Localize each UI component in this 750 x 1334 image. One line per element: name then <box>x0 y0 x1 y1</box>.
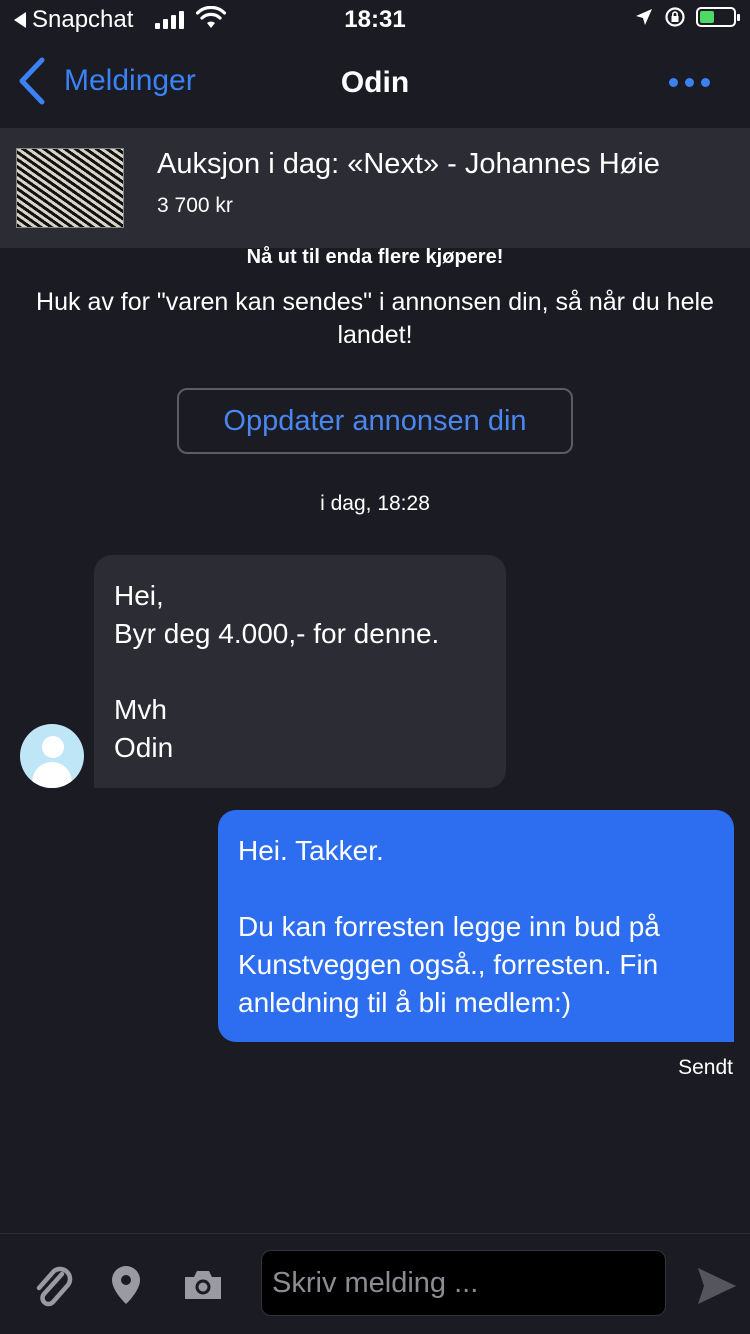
more-icon[interactable] <box>669 78 710 87</box>
composer-bar <box>0 1233 750 1334</box>
camera-icon[interactable] <box>182 1268 224 1302</box>
listing-title: Auksjon i dag: «Next» - Johannes Høie <box>157 148 660 180</box>
message-input[interactable] <box>261 1250 666 1316</box>
conversation-title: Odin <box>340 66 410 99</box>
battery-level <box>700 11 715 23</box>
rotation-lock-icon <box>665 7 685 27</box>
status-bar: Snapchat 18:31 <box>0 0 750 42</box>
update-listing-button[interactable]: Oppdater annonsen din <box>177 388 573 454</box>
paperclip-icon[interactable] <box>32 1262 74 1308</box>
listing-card[interactable]: Auksjon i dag: «Next» - Johannes Høie 3 … <box>0 128 750 248</box>
message-timestamp: i dag, 18:28 <box>320 492 430 515</box>
send-icon[interactable] <box>696 1266 738 1306</box>
promo-heading: Nå ut til enda flere kjøpere! <box>246 246 504 268</box>
location-icon <box>636 9 652 25</box>
listing-price: 3 700 kr <box>157 194 233 217</box>
promo-body: Huk av for "varen kan sendes" i annonsen… <box>36 288 714 349</box>
chat-screen: Snapchat 18:31 Meldinger Odin Auksjon i … <box>0 0 750 1334</box>
incoming-message: Hei, Byr deg 4.000,- for denne. Mvh Odin <box>94 555 506 788</box>
status-right-icons <box>634 6 740 28</box>
sent-status: Sendt <box>678 1056 733 1079</box>
listing-thumbnail <box>16 148 124 228</box>
avatar[interactable] <box>20 724 84 788</box>
outgoing-message: Hei. Takker. Du kan forresten legge inn … <box>218 810 734 1042</box>
location-pin-icon[interactable] <box>110 1264 142 1306</box>
nav-bar: Meldinger Odin <box>0 42 750 128</box>
battery-icon <box>696 7 740 27</box>
